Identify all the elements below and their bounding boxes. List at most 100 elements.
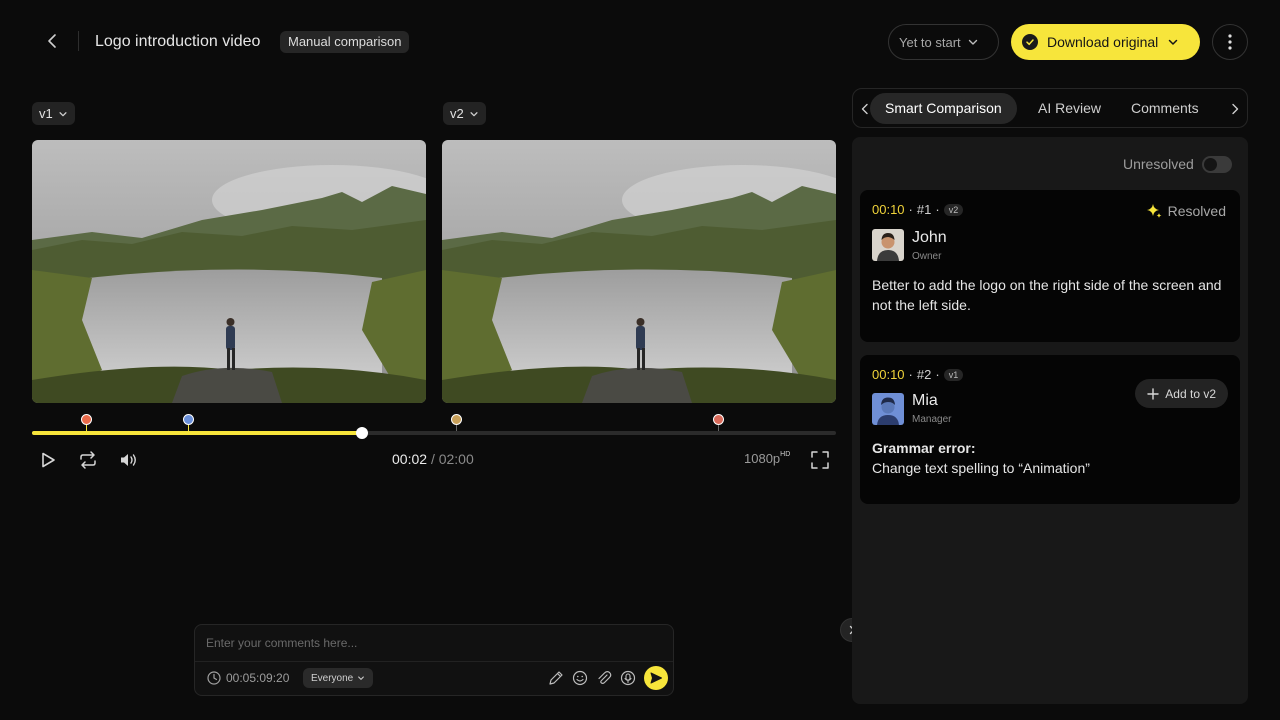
comment-card[interactable]: 00:10 · #2 · v1 Add to v2 Mia Manager Gr… bbox=[860, 355, 1240, 504]
page-title: Logo introduction video bbox=[95, 33, 261, 50]
loop-button[interactable] bbox=[78, 450, 98, 470]
resolved-label: Resolved bbox=[1167, 203, 1226, 219]
right-version-label: v2 bbox=[450, 106, 464, 121]
timeline-progress bbox=[32, 431, 362, 435]
meta-dot: · bbox=[935, 202, 940, 217]
comment-marker[interactable] bbox=[182, 414, 194, 425]
emoji-button[interactable] bbox=[571, 669, 589, 687]
pencil-icon bbox=[549, 671, 563, 685]
send-comment-button[interactable] bbox=[644, 666, 668, 690]
right-version-dropdown[interactable]: v2 bbox=[443, 102, 486, 125]
resolved-status[interactable]: Resolved bbox=[1146, 203, 1226, 219]
tabs-scroll-right-button[interactable] bbox=[1227, 101, 1243, 117]
status-dropdown[interactable]: Yet to start bbox=[888, 24, 999, 60]
left-version-dropdown[interactable]: v1 bbox=[32, 102, 75, 125]
volume-icon bbox=[121, 454, 136, 466]
chevron-left-icon bbox=[48, 34, 56, 48]
video-v1[interactable] bbox=[32, 140, 426, 403]
header-divider bbox=[78, 31, 79, 51]
author-role: Manager bbox=[912, 414, 952, 425]
add-to-version-button[interactable]: Add to v2 bbox=[1135, 379, 1228, 408]
tab-ai-review[interactable]: AI Review bbox=[1023, 93, 1116, 124]
tab-comments[interactable]: Comments bbox=[1116, 93, 1214, 124]
chevron-down-icon bbox=[358, 676, 365, 680]
panel-tabs: Smart Comparison AI Review Comments bbox=[852, 88, 1248, 128]
comment-card[interactable]: 00:10 · #1 · v2 Resolved John Owner Bett… bbox=[860, 190, 1240, 342]
avatar bbox=[872, 229, 904, 261]
avatar bbox=[872, 393, 904, 425]
version-tag: v1 bbox=[943, 368, 964, 381]
chevron-right-icon bbox=[1232, 103, 1239, 115]
unresolved-filter-label: Unresolved bbox=[1123, 156, 1194, 172]
audience-dropdown[interactable]: Everyone bbox=[303, 668, 374, 688]
play-button[interactable] bbox=[38, 450, 58, 470]
play-icon bbox=[42, 452, 55, 468]
chevron-down-icon bbox=[470, 111, 478, 116]
current-time: 00:02 bbox=[392, 451, 428, 467]
attach-button[interactable] bbox=[595, 669, 613, 687]
duration: 02:00 bbox=[438, 451, 474, 467]
fullscreen-icon bbox=[811, 451, 829, 469]
comment-text: Change text spelling to “Animation” bbox=[872, 460, 1090, 476]
more-vertical-icon bbox=[1228, 34, 1232, 50]
tab-smart-comparison[interactable]: Smart Comparison bbox=[870, 93, 1017, 124]
meta-dot: · bbox=[935, 367, 940, 382]
timeline-track[interactable] bbox=[32, 427, 836, 439]
timeline-scrubber[interactable] bbox=[355, 427, 368, 439]
comment-marker[interactable] bbox=[80, 414, 92, 425]
time-separator: / bbox=[430, 451, 435, 467]
timestamp-value: 00:05:09:20 bbox=[226, 671, 290, 685]
landscape-video-frame bbox=[32, 140, 426, 403]
microphone-icon bbox=[620, 670, 636, 686]
comment-time[interactable]: 00:10 bbox=[872, 202, 905, 217]
download-original-button[interactable]: Download original bbox=[1011, 24, 1200, 60]
toggle-knob bbox=[1204, 158, 1217, 171]
time-display: 00:02 / 02:00 bbox=[392, 451, 474, 467]
download-label: Download original bbox=[1047, 34, 1159, 50]
author-name: Mia bbox=[912, 392, 938, 409]
quality-selector[interactable]: 1080pHD bbox=[744, 451, 790, 466]
landscape-video-frame bbox=[442, 140, 836, 403]
comment-time[interactable]: 00:10 bbox=[872, 367, 905, 382]
comment-meta: 00:10 · #2 · v1 bbox=[872, 367, 964, 382]
meta-dot: · bbox=[908, 202, 913, 217]
comment-meta: 00:10 · #1 · v2 bbox=[872, 202, 964, 217]
sparkle-icon bbox=[1146, 204, 1162, 218]
hd-badge: HD bbox=[780, 450, 791, 458]
left-version-label: v1 bbox=[39, 106, 53, 121]
plus-icon bbox=[1147, 387, 1159, 400]
comment-marker[interactable] bbox=[712, 414, 724, 425]
video-v2[interactable] bbox=[442, 140, 836, 403]
comment-number: #2 bbox=[916, 367, 932, 382]
status-label: Yet to start bbox=[899, 34, 961, 50]
meta-dot: · bbox=[908, 367, 913, 382]
draw-tool-button[interactable] bbox=[547, 669, 565, 687]
comment-marker[interactable] bbox=[450, 414, 462, 425]
comment-text: Better to add the logo on the right side… bbox=[872, 277, 1222, 313]
more-options-button[interactable] bbox=[1212, 24, 1248, 60]
comment-number: #1 bbox=[916, 202, 932, 217]
comment-timestamp[interactable]: 00:05:09:20 bbox=[207, 671, 289, 685]
version-tag: v2 bbox=[943, 203, 964, 216]
author-name: John bbox=[912, 229, 947, 246]
clock-icon bbox=[207, 671, 221, 685]
volume-button[interactable] bbox=[118, 450, 138, 470]
repeat-icon bbox=[80, 451, 96, 469]
chevron-down-icon bbox=[1169, 39, 1178, 45]
unresolved-toggle[interactable] bbox=[1202, 156, 1232, 173]
back-button[interactable] bbox=[42, 31, 62, 51]
check-circle-icon bbox=[1022, 34, 1038, 50]
fullscreen-button[interactable] bbox=[810, 450, 830, 470]
audience-label: Everyone bbox=[311, 672, 354, 684]
author-role: Owner bbox=[912, 251, 942, 262]
record-audio-button[interactable] bbox=[619, 669, 637, 687]
comment-input[interactable] bbox=[206, 634, 646, 652]
chevron-down-icon bbox=[59, 111, 67, 116]
add-to-version-label: Add to v2 bbox=[1165, 386, 1216, 401]
paperclip-icon bbox=[598, 671, 612, 684]
smiley-icon bbox=[572, 670, 588, 686]
comment-heading: Grammar error: bbox=[872, 440, 976, 456]
chevron-down-icon bbox=[968, 39, 977, 45]
quality-label: 1080p bbox=[744, 451, 781, 466]
send-icon bbox=[650, 672, 662, 684]
